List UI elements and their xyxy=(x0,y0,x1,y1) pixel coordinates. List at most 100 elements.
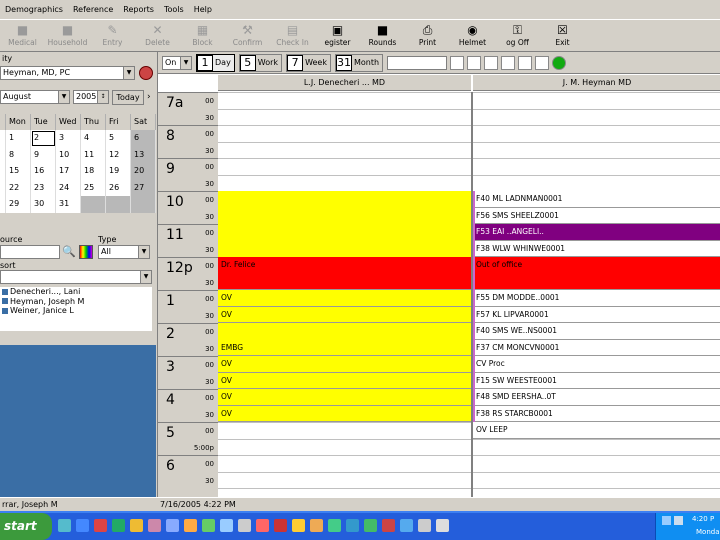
calendar-day[interactable]: 23 xyxy=(31,179,56,196)
taskbar-app-icon[interactable] xyxy=(364,519,377,532)
column-header-2[interactable]: J. M. Heyman MD xyxy=(473,75,720,91)
chevron-down-icon[interactable]: ▼ xyxy=(58,91,69,103)
source-field[interactable] xyxy=(0,245,60,259)
appointment-slot[interactable]: OV xyxy=(218,405,471,422)
calendar-day[interactable]: 6 xyxy=(131,130,156,147)
taskbar-app-icon[interactable] xyxy=(94,519,107,532)
provider-list-item[interactable]: Weiner, Janice L xyxy=(0,306,152,316)
calendar-day[interactable]: 27 xyxy=(131,179,156,196)
search-icon[interactable]: 🔍 xyxy=(62,245,76,259)
provider-list-item[interactable]: Denecheri..., Lani xyxy=(0,287,152,297)
taskbar-app-icon[interactable] xyxy=(112,519,125,532)
column-header-1[interactable]: L.J. Denecheri ... MD xyxy=(218,75,471,91)
provider-select[interactable]: Heyman, MD, PC ▼ xyxy=(0,66,135,80)
toolbar-button[interactable]: ■ Household xyxy=(45,20,90,52)
taskbar-app-icon[interactable] xyxy=(310,519,323,532)
toolbar-button[interactable]: ■ Rounds xyxy=(360,20,405,52)
toolbar-button[interactable]: ☒ Exit xyxy=(540,20,585,52)
menu-item[interactable]: Reports xyxy=(118,0,159,20)
calendar-day[interactable]: 4 xyxy=(81,130,106,147)
view-button-1[interactable]: 5 Work xyxy=(238,53,283,72)
appointment-slot[interactable]: F56 SMS SHEELZ0001 xyxy=(473,207,720,224)
calendar-day[interactable]: 3 xyxy=(56,130,81,147)
appointment-slot[interactable]: OV LEEP xyxy=(473,422,720,439)
appointment-slot[interactable]: F15 SW WEESTE0001 xyxy=(473,372,720,389)
appointment-slot[interactable]: F57 KL LIPVAR0001 xyxy=(473,306,720,323)
taskbar-app-icon[interactable] xyxy=(346,519,359,532)
calendar-day[interactable]: 1 xyxy=(6,130,31,147)
calendar-day[interactable]: 10 xyxy=(56,146,81,163)
clock[interactable]: 4:20 P xyxy=(692,515,714,523)
import-icon[interactable] xyxy=(484,55,499,70)
taskbar-app-icon[interactable] xyxy=(238,519,251,532)
toolbar-button[interactable]: ⎙ Print xyxy=(405,20,450,52)
toolbar-button[interactable]: ▦ Block xyxy=(180,20,225,52)
taskbar-app-icon[interactable] xyxy=(292,519,305,532)
column-view-icon[interactable] xyxy=(535,55,550,70)
appointment-slot[interactable]: CV Proc xyxy=(473,356,720,373)
calendar-day[interactable]: 19 xyxy=(106,163,131,180)
toolbar-button[interactable]: ✎ Entry xyxy=(90,20,135,52)
toolbar-button[interactable]: ⚿ og Off xyxy=(495,20,540,52)
view-button-3[interactable]: 31 Month xyxy=(334,53,384,72)
calendar-day[interactable]: 8 xyxy=(6,146,31,163)
taskbar-app-icon[interactable] xyxy=(418,519,431,532)
calendar-day[interactable]: 11 xyxy=(81,146,106,163)
taskbar-app-icon[interactable] xyxy=(184,519,197,532)
taskbar-app-icon[interactable] xyxy=(220,519,233,532)
toolbar-button[interactable]: ⚒ Confirm xyxy=(225,20,270,52)
menu-item[interactable]: Tools xyxy=(159,0,189,20)
toolbar-button[interactable]: ■ Medical xyxy=(0,20,45,52)
taskbar-app-icon[interactable] xyxy=(256,519,269,532)
appointment-slot[interactable]: OV xyxy=(218,389,471,406)
volume-icon[interactable] xyxy=(674,516,683,525)
calendar-day[interactable]: 30 xyxy=(31,196,56,213)
calendar-day[interactable]: 9 xyxy=(31,146,56,163)
arrow-icon[interactable] xyxy=(467,55,482,70)
sort-select[interactable]: ▼ xyxy=(0,270,152,284)
appointment-slot[interactable]: F40 SMS WE..NS0001 xyxy=(473,323,720,340)
color-palette-icon[interactable] xyxy=(79,245,93,259)
menu-item[interactable]: Reference xyxy=(68,0,118,20)
calendar-day[interactable]: 15 xyxy=(6,163,31,180)
chevron-down-icon[interactable]: ▼ xyxy=(138,246,149,258)
calendar-day[interactable]: 26 xyxy=(106,179,131,196)
calendar-day[interactable]: 24 xyxy=(56,179,81,196)
calendar-day[interactable]: 20 xyxy=(131,163,156,180)
appointment-slot[interactable]: OV xyxy=(218,356,471,373)
year-stepper[interactable]: 2005 ↕ xyxy=(73,90,109,104)
appointment-slot[interactable]: OV xyxy=(218,372,471,389)
network-icon[interactable] xyxy=(662,516,671,525)
taskbar-app-icon[interactable] xyxy=(400,519,413,532)
appointment-slot[interactable]: F38 WLW WHINWE0001 xyxy=(473,240,720,257)
today-button[interactable]: Today xyxy=(112,90,144,105)
filter-select[interactable] xyxy=(387,55,448,70)
grid-view-icon[interactable] xyxy=(501,55,516,70)
taskbar-app-icon[interactable] xyxy=(76,519,89,532)
calendar-day[interactable]: 25 xyxy=(81,179,106,196)
calendar-day[interactable]: 12 xyxy=(106,146,131,163)
appointment-slot[interactable]: F48 SMD EERSHA..0T xyxy=(473,389,720,406)
appointment-slot[interactable]: Dr. Felice xyxy=(218,257,471,290)
chevron-down-icon[interactable]: ▼ xyxy=(180,56,191,69)
list-view-icon[interactable] xyxy=(518,55,533,70)
taskbar-app-icon[interactable] xyxy=(382,519,395,532)
clear-filter-icon[interactable] xyxy=(450,55,465,70)
taskbar-app-icon[interactable] xyxy=(148,519,161,532)
toolbar-button[interactable]: ✕ Delete xyxy=(135,20,180,52)
chevron-down-icon[interactable]: ▼ xyxy=(123,67,134,79)
taskbar-app-icon[interactable] xyxy=(166,519,179,532)
toolbar-button[interactable]: ▣ egister xyxy=(315,20,360,52)
view-button-2[interactable]: 7 Week xyxy=(286,53,331,72)
status-icon[interactable] xyxy=(552,55,567,70)
chevron-right-icon[interactable]: › xyxy=(147,92,151,102)
appointment-slot[interactable]: OV xyxy=(218,290,471,307)
toolbar-button[interactable]: ▤ Check In xyxy=(270,20,315,52)
stepper-icon[interactable]: ↕ xyxy=(97,91,108,103)
calendar-day[interactable]: 2 xyxy=(31,130,56,147)
appointment-slot[interactable]: F38 RS STARCB0001 xyxy=(473,405,720,422)
calendar-day[interactable]: 29 xyxy=(6,196,31,213)
calendar-day[interactable]: 16 xyxy=(31,163,56,180)
calendar-day[interactable]: 5 xyxy=(106,130,131,147)
taskbar-app-icon[interactable] xyxy=(58,519,71,532)
